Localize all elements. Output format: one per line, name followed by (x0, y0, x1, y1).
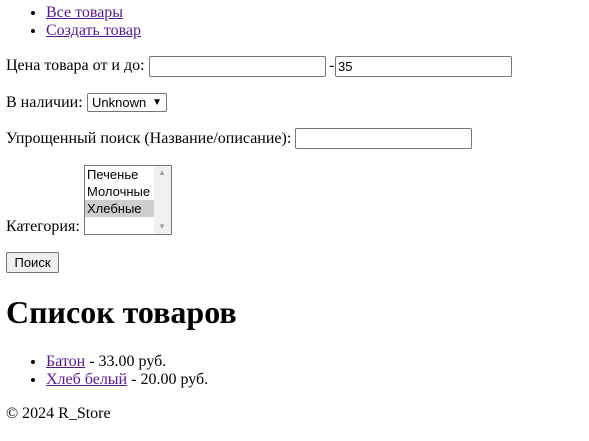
search-label: Упрощенный поиск (Название/описание): (6, 130, 292, 147)
stock-select[interactable]: Unknown ▼ (87, 93, 167, 112)
category-listbox[interactable]: Печенье Молочные Хлебные ▲ ▼ (84, 165, 172, 235)
product-price: - 33.00 руб. (85, 353, 167, 370)
page-title: Список товаров (6, 294, 237, 330)
footer: © 2024 R_Store (6, 405, 111, 422)
search-button[interactable]: Поиск (6, 252, 59, 273)
chevron-down-icon: ▼ (152, 97, 162, 108)
category-option[interactable]: Печенье (85, 166, 155, 183)
list-item: Батон - 33.00 руб. (46, 353, 208, 371)
nav-list: Все товары Создать товар (0, 4, 141, 40)
nav-link-all-products[interactable]: Все товары (46, 4, 123, 21)
nav-item: Создать товар (46, 22, 141, 40)
listbox-scrollbar[interactable]: ▲ ▼ (154, 166, 171, 234)
product-link[interactable]: Батон (46, 353, 85, 370)
category-option-selected[interactable]: Хлебные (85, 200, 155, 217)
search-input[interactable] (295, 128, 472, 149)
price-separator: - (329, 57, 335, 74)
product-link[interactable]: Хлеб белый (46, 371, 127, 388)
stock-label: В наличии: (6, 94, 83, 111)
category-option[interactable]: Молочные (85, 183, 155, 200)
stock-select-value: Unknown (92, 95, 147, 110)
scroll-up-icon: ▲ (158, 168, 166, 177)
nav-link-create-product[interactable]: Создать товар (46, 22, 141, 39)
price-to-input[interactable] (335, 56, 512, 77)
nav-item: Все товары (46, 4, 141, 22)
category-label: Категория: (6, 218, 80, 235)
product-list: Батон - 33.00 руб. Хлеб белый - 20.00 ру… (0, 353, 208, 389)
price-from-input[interactable] (149, 56, 326, 77)
list-item: Хлеб белый - 20.00 руб. (46, 371, 208, 389)
product-price: - 20.00 руб. (127, 371, 209, 388)
scroll-down-icon: ▼ (158, 222, 166, 231)
price-label: Цена товара от и до: (6, 57, 145, 74)
